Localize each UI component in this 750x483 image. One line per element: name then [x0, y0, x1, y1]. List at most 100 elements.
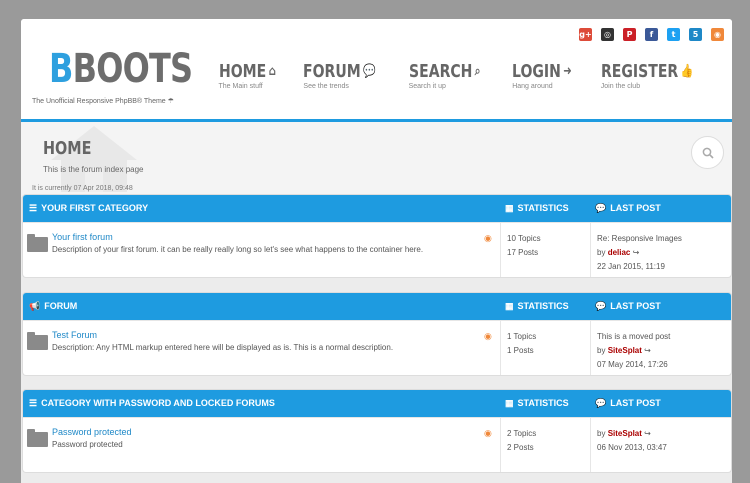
- nav-label-text: SEARCH: [408, 61, 473, 82]
- comments-icon: 💬: [363, 64, 377, 79]
- topics-count: 2 Topics: [507, 429, 537, 438]
- forum-row: Password protected Password protected ◉ 2 T…: [23, 417, 731, 472]
- category-header: ☰ YOUR FIRST CATEGORY ▦ STATISTICS 💬 LAST POS…: [23, 195, 731, 222]
- home-icon: ⌂: [268, 64, 276, 79]
- nav-home[interactable]: HOME ⌂ The Main stuff: [218, 62, 292, 91]
- forum-statistics: 2 Topics 2 Posts: [500, 418, 590, 472]
- bar-chart-icon: ▦: [505, 203, 514, 213]
- forum-description: Password protected: [52, 440, 123, 449]
- house-watermark-icon: [51, 126, 137, 192]
- search-icon: [702, 147, 714, 159]
- nav-search[interactable]: SEARCH ⌕ Search it up: [408, 61, 501, 91]
- forum-category: ☰ YOUR FIRST CATEGORY ▦ STATISTICS 💬 LAST POS…: [23, 195, 731, 277]
- view-post-icon[interactable]: ↪: [644, 429, 651, 438]
- forum-category: 📢 FORUM ▦ STATISTICS 💬 LAST POST Test Forum Des…: [23, 293, 731, 375]
- nav-label-text: HOME: [218, 61, 266, 82]
- posts-count: 17 Posts: [507, 248, 539, 257]
- last-post-date: 07 May 2014, 17:26: [597, 360, 668, 369]
- last-post-header-text: LAST POST: [610, 203, 661, 213]
- nav-login[interactable]: LOGIN ➜ Hang around: [512, 62, 589, 91]
- nav-sublabel: The Main stuff: [218, 83, 263, 90]
- pinterest-icon[interactable]: P: [623, 28, 636, 41]
- last-post-byline: by deliac ↪: [597, 246, 731, 260]
- last-post-header-text: LAST POST: [610, 398, 661, 408]
- search-button[interactable]: [691, 136, 724, 169]
- rss-icon[interactable]: ◉: [484, 233, 492, 244]
- nav-register[interactable]: REGISTER 👍 Join the club: [601, 62, 719, 91]
- last-post-author[interactable]: deliac: [608, 248, 631, 257]
- google-plus-icon[interactable]: g+: [579, 28, 592, 41]
- nav-label-text: LOGIN: [512, 61, 562, 82]
- last-post-byline: by SiteSplat ↪: [597, 344, 731, 358]
- last-post-header: 💬 LAST POST: [595, 293, 661, 320]
- twitter-icon[interactable]: t: [667, 28, 680, 41]
- category-header: ☰ CATEGORY WITH PASSWORD AND LOCKED FORUM…: [23, 390, 731, 417]
- rss-icon[interactable]: ◉: [484, 428, 492, 439]
- rss-icon[interactable]: ◉: [711, 28, 724, 41]
- forum-category: ☰ CATEGORY WITH PASSWORD AND LOCKED FORUM…: [23, 390, 731, 472]
- category-title[interactable]: 📢 FORUM: [29, 293, 77, 320]
- nav-forum[interactable]: FORUM 💬 See the trends: [303, 61, 396, 91]
- last-post-info: Re: Responsive Images by deliac ↪ 22 Jan 2…: [590, 223, 731, 277]
- nav-label-text: REGISTER: [600, 61, 679, 82]
- nav-sublabel: Search it up: [408, 83, 446, 90]
- forum-row: Test Forum Description: Any HTML markup e…: [23, 320, 731, 375]
- html5-icon[interactable]: 5: [689, 28, 702, 41]
- rss-icon[interactable]: ◉: [484, 331, 492, 342]
- nav-label: REGISTER 👍: [601, 62, 693, 82]
- forum-statistics: 10 Topics 17 Posts: [500, 223, 590, 277]
- main-nav: HOME ⌂ The Main stuff FORUM 💬 See the trends S…: [218, 61, 719, 91]
- view-post-icon[interactable]: ↪: [644, 346, 651, 355]
- statistics-header-text: STATISTICS: [517, 398, 569, 408]
- comments-icon: 💬: [595, 398, 607, 408]
- bullhorn-icon: 📢: [29, 301, 41, 311]
- folder-icon: [27, 234, 48, 252]
- view-post-icon[interactable]: ↪: [633, 248, 640, 257]
- last-post-byline: by SiteSplat ↪: [597, 427, 731, 441]
- github-icon[interactable]: ◎: [601, 28, 614, 41]
- list-icon: ☰: [29, 398, 38, 408]
- comments-icon: 💬: [595, 203, 607, 213]
- current-time: It is currently 07 Apr 2018, 09:48: [32, 185, 133, 192]
- category-title-text: YOUR FIRST CATEGORY: [41, 203, 149, 213]
- nav-sublabel: Hang around: [512, 83, 553, 90]
- category-title[interactable]: ☰ YOUR FIRST CATEGORY: [29, 195, 148, 222]
- facebook-icon[interactable]: f: [645, 28, 658, 41]
- forum-title-link[interactable]: Test Forum: [52, 330, 97, 340]
- last-post-subject[interactable]: Re: Responsive Images: [597, 232, 731, 246]
- topics-count: 1 Topics: [507, 332, 537, 341]
- statistics-header: ▦ STATISTICS: [505, 390, 569, 417]
- nav-label: HOME ⌂: [219, 62, 276, 82]
- page: BBOOTS The Unofficial Responsive PhpBB® …: [21, 19, 732, 483]
- folder-icon: [27, 429, 48, 447]
- last-post-date: 22 Jan 2015, 11:19: [597, 262, 665, 271]
- forum-title-link[interactable]: Your first forum: [52, 232, 113, 242]
- last-post-header: 💬 LAST POST: [595, 195, 661, 222]
- last-post-author[interactable]: SiteSplat: [608, 429, 642, 438]
- topics-count: 10 Topics: [507, 234, 541, 243]
- logo-text: BOOTS: [72, 46, 193, 92]
- folder-icon: [27, 332, 48, 350]
- page-banner: HOME This is the forum index page It is …: [21, 122, 732, 199]
- nav-label: LOGIN ➜: [512, 62, 572, 82]
- last-post-header-text: LAST POST: [610, 301, 661, 311]
- statistics-header-text: STATISTICS: [517, 301, 569, 311]
- category-title-text: FORUM: [44, 301, 78, 311]
- posts-count: 1 Posts: [507, 346, 534, 355]
- last-post-author[interactable]: SiteSplat: [608, 346, 642, 355]
- statistics-header: ▦ STATISTICS: [505, 293, 569, 320]
- logo-b: B: [49, 46, 73, 92]
- category-title-text: CATEGORY WITH PASSWORD AND LOCKED FORUMS: [41, 398, 275, 408]
- nav-label-text: FORUM: [303, 61, 362, 82]
- statistics-header-text: STATISTICS: [517, 203, 569, 213]
- site-logo[interactable]: BBOOTS: [49, 46, 193, 92]
- list-icon: ☰: [29, 203, 38, 213]
- by-label: by: [597, 429, 606, 438]
- category-title[interactable]: ☰ CATEGORY WITH PASSWORD AND LOCKED FORUM…: [29, 390, 275, 417]
- last-post-subject[interactable]: This is a moved post: [597, 330, 731, 344]
- last-post-info: This is a moved post by SiteSplat ↪ 07 May…: [590, 321, 731, 375]
- thumbs-up-icon: 👍: [680, 64, 693, 79]
- bar-chart-icon: ▦: [505, 398, 514, 408]
- by-label: by: [597, 248, 606, 257]
- forum-title-link[interactable]: Password protected: [52, 427, 132, 437]
